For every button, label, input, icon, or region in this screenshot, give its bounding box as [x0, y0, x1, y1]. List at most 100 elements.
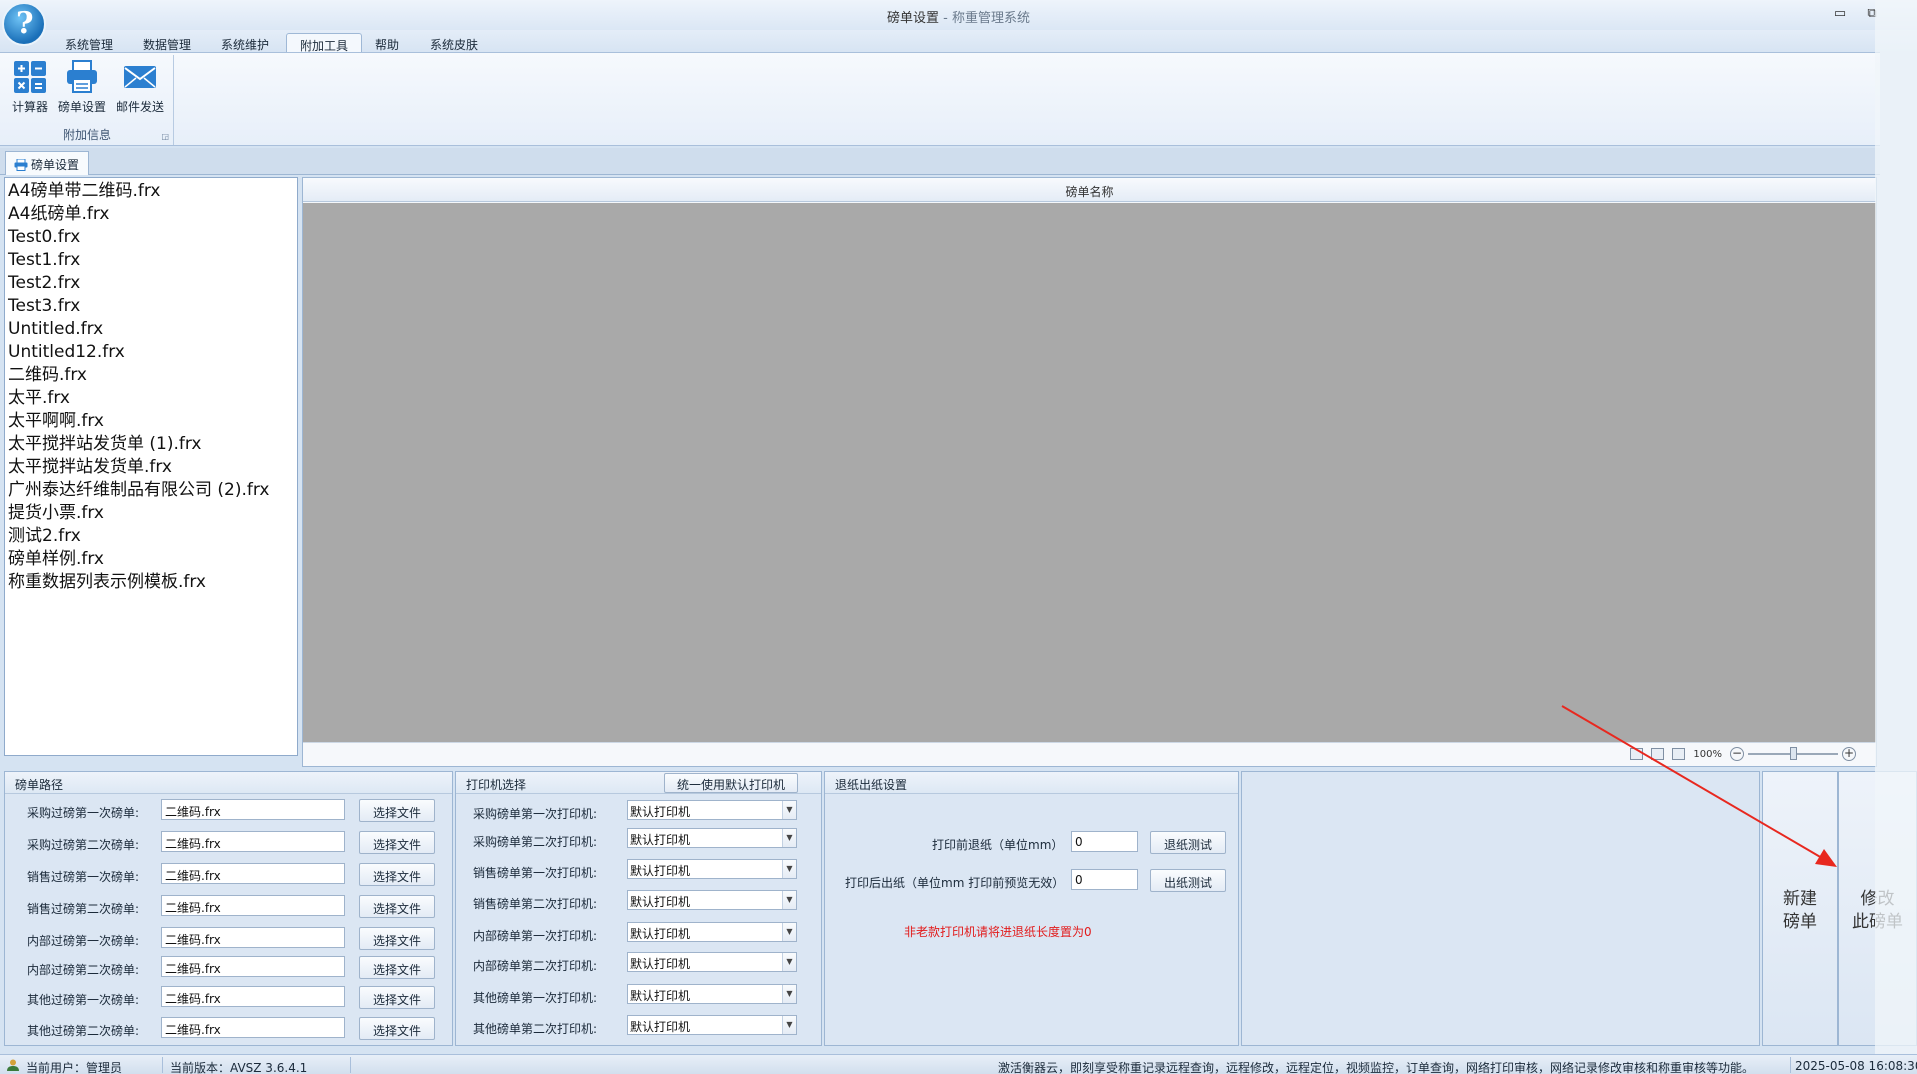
- chevron-down-icon[interactable]: ▼: [782, 1016, 796, 1034]
- choose-file-button[interactable]: 选择文件: [359, 1017, 435, 1040]
- printer-row: 销售磅单第二次打印机: 默认打印机 ▼: [456, 890, 821, 914]
- choose-file-button[interactable]: 选择文件: [359, 986, 435, 1009]
- promo-marquee: 激活衡器云，即刻享受称重记录远程查询，远程修改，远程定位，视频监控，订单查询，网…: [998, 1061, 1755, 1074]
- list-item[interactable]: Test0.frx: [8, 226, 297, 249]
- minimize-button[interactable]: ▭: [1830, 6, 1850, 21]
- printer-select-value: 默认打印机: [630, 989, 691, 1003]
- status-bar: 当前用户：管理员 当前版本：AVSZ 3.6.4.1 激活衡器云，即刻享受称重记…: [0, 1054, 1917, 1074]
- path-field[interactable]: 二维码.frx: [161, 895, 345, 916]
- list-item[interactable]: Untitled.frx: [8, 318, 297, 341]
- printer-select-value: 默认打印机: [630, 1020, 691, 1034]
- list-item[interactable]: 太平搅拌站发货单 (1).frx: [8, 433, 297, 456]
- calculator-label: 计算器: [11, 100, 48, 114]
- choose-file-button[interactable]: 选择文件: [359, 956, 435, 979]
- ticket-path-panel: 磅单路径 采购过磅第一次磅单: 二维码.frx 选择文件 采购过磅第二次磅单: …: [4, 771, 453, 1046]
- printer-select[interactable]: 默认打印机 ▼: [627, 890, 797, 910]
- feed-label: 打印后出纸（单位mm 打印前预览无效）: [845, 876, 1065, 890]
- path-field[interactable]: 二维码.frx: [161, 831, 345, 852]
- choose-file-button[interactable]: 选择文件: [359, 831, 435, 854]
- retract-label: 打印前退纸（单位mm）: [932, 838, 1064, 852]
- current-user: 当前用户：管理员: [26, 1061, 123, 1074]
- retract-input[interactable]: 0: [1071, 831, 1138, 852]
- feed-input[interactable]: 0: [1071, 869, 1138, 890]
- list-item[interactable]: Test1.frx: [8, 249, 297, 272]
- path-field[interactable]: 二维码.frx: [161, 799, 345, 820]
- printer-select[interactable]: 默认打印机 ▼: [627, 984, 797, 1004]
- chevron-down-icon[interactable]: ▼: [782, 891, 796, 909]
- printer-row: 内部磅单第一次打印机: 默认打印机 ▼: [456, 922, 821, 946]
- use-default-printer-button[interactable]: 统一使用默认打印机: [664, 773, 798, 793]
- choose-file-button[interactable]: 选择文件: [359, 799, 435, 822]
- app-logo-icon[interactable]: [2, 2, 46, 46]
- list-item[interactable]: 称重数据列表示例模板.frx: [8, 571, 297, 594]
- path-label: 其他过磅第二次磅单:: [27, 1024, 140, 1038]
- group-launcher-icon[interactable]: ◲: [161, 132, 169, 141]
- printer-icon: [64, 59, 100, 95]
- path-field[interactable]: 二维码.frx: [161, 986, 345, 1007]
- zoom-in-icon[interactable]: +: [1842, 747, 1856, 761]
- list-item[interactable]: Test2.frx: [8, 272, 297, 295]
- printer-select-panel: 打印机选择 统一使用默认打印机 采购磅单第一次打印机: 默认打印机 ▼ 采购磅单第…: [455, 771, 822, 1046]
- printer-select[interactable]: 默认打印机 ▼: [627, 922, 797, 942]
- printer-select[interactable]: 默认打印机 ▼: [627, 859, 797, 879]
- printer-row: 内部磅单第二次打印机: 默认打印机 ▼: [456, 952, 821, 976]
- status-datetime: 2025-05-08 16:08:30: [1795, 1059, 1917, 1073]
- printer-select[interactable]: 默认打印机 ▼: [627, 800, 797, 820]
- new-ticket-button[interactable]: 新建 磅单: [1762, 771, 1838, 1046]
- printer-select[interactable]: 默认打印机 ▼: [627, 828, 797, 848]
- list-item[interactable]: 太平搅拌站发货单.frx: [8, 456, 297, 479]
- printer-label: 内部磅单第一次打印机:: [473, 929, 598, 943]
- preview-status-bar: 100% − +: [303, 742, 1876, 766]
- app-name: 称重管理系统: [951, 11, 1030, 26]
- printer-select[interactable]: 默认打印机 ▼: [627, 952, 797, 972]
- preview-canvas[interactable]: [303, 203, 1876, 743]
- list-item[interactable]: A4纸磅单.frx: [8, 203, 297, 226]
- path-field[interactable]: 二维码.frx: [161, 863, 345, 884]
- list-item[interactable]: Test3.frx: [8, 295, 297, 318]
- chevron-down-icon[interactable]: ▼: [782, 860, 796, 878]
- zoom-out-icon[interactable]: −: [1730, 747, 1744, 761]
- retract-test-button[interactable]: 退纸测试: [1150, 831, 1226, 854]
- chevron-down-icon[interactable]: ▼: [782, 829, 796, 847]
- chevron-down-icon[interactable]: ▼: [782, 953, 796, 971]
- printer-row: 采购磅单第二次打印机: 默认打印机 ▼: [456, 828, 821, 852]
- chevron-down-icon[interactable]: ▼: [782, 801, 796, 819]
- list-item[interactable]: 太平啊啊.frx: [8, 410, 297, 433]
- choose-file-button[interactable]: 选择文件: [359, 863, 435, 886]
- fit-page-icon[interactable]: [1630, 748, 1644, 760]
- path-row: 采购过磅第二次磅单: 二维码.frx 选择文件: [5, 831, 452, 855]
- list-item[interactable]: 二维码.frx: [8, 364, 297, 387]
- chevron-down-icon[interactable]: ▼: [782, 923, 796, 941]
- document-tab-strip: 磅单设置: [0, 148, 1880, 175]
- list-item[interactable]: 测试2.frx: [8, 525, 297, 548]
- path-field[interactable]: 二维码.frx: [161, 927, 345, 948]
- send-mail-button[interactable]: 邮件发送: [112, 59, 168, 119]
- status-separator: [1790, 1057, 1791, 1073]
- ticket-settings-button[interactable]: 磅单设置: [54, 59, 110, 119]
- calculator-button[interactable]: 计算器: [2, 59, 58, 119]
- list-item[interactable]: 提货小票.frx: [8, 502, 297, 525]
- path-field[interactable]: 二维码.frx: [161, 1017, 345, 1038]
- ticket-file-list[interactable]: A4磅单带二维码.frx A4纸磅单.frx Test0.frx Test1.f…: [4, 177, 298, 756]
- fit-width-icon[interactable]: [1651, 748, 1665, 760]
- printer-label: 采购磅单第二次打印机:: [473, 835, 598, 849]
- multi-page-icon[interactable]: [1672, 748, 1686, 760]
- list-item[interactable]: 广州泰达纤维制品有限公司 (2).frx: [8, 479, 297, 502]
- list-item[interactable]: Untitled12.frx: [8, 341, 297, 364]
- path-row: 采购过磅第一次磅单: 二维码.frx 选择文件: [5, 799, 452, 823]
- choose-file-button[interactable]: 选择文件: [359, 895, 435, 918]
- zoom-slider-thumb[interactable]: [1790, 747, 1797, 760]
- zoom-slider[interactable]: [1748, 747, 1838, 760]
- list-item[interactable]: 磅单样例.frx: [8, 548, 297, 571]
- path-field[interactable]: 二维码.frx: [161, 956, 345, 977]
- printer-label: 采购磅单第一次打印机:: [473, 807, 598, 821]
- feed-test-button[interactable]: 出纸测试: [1150, 869, 1226, 892]
- doc-tab-ticket-settings[interactable]: 磅单设置: [5, 151, 89, 175]
- list-item[interactable]: 太平.frx: [8, 387, 297, 410]
- list-item[interactable]: A4磅单带二维码.frx: [8, 180, 297, 203]
- ribbon-group-label: 附加信息: [62, 128, 111, 142]
- choose-file-button[interactable]: 选择文件: [359, 927, 435, 950]
- retract-row: 打印前退纸（单位mm） 0 退纸测试: [825, 831, 1238, 855]
- printer-select[interactable]: 默认打印机 ▼: [627, 1015, 797, 1035]
- chevron-down-icon[interactable]: ▼: [782, 985, 796, 1003]
